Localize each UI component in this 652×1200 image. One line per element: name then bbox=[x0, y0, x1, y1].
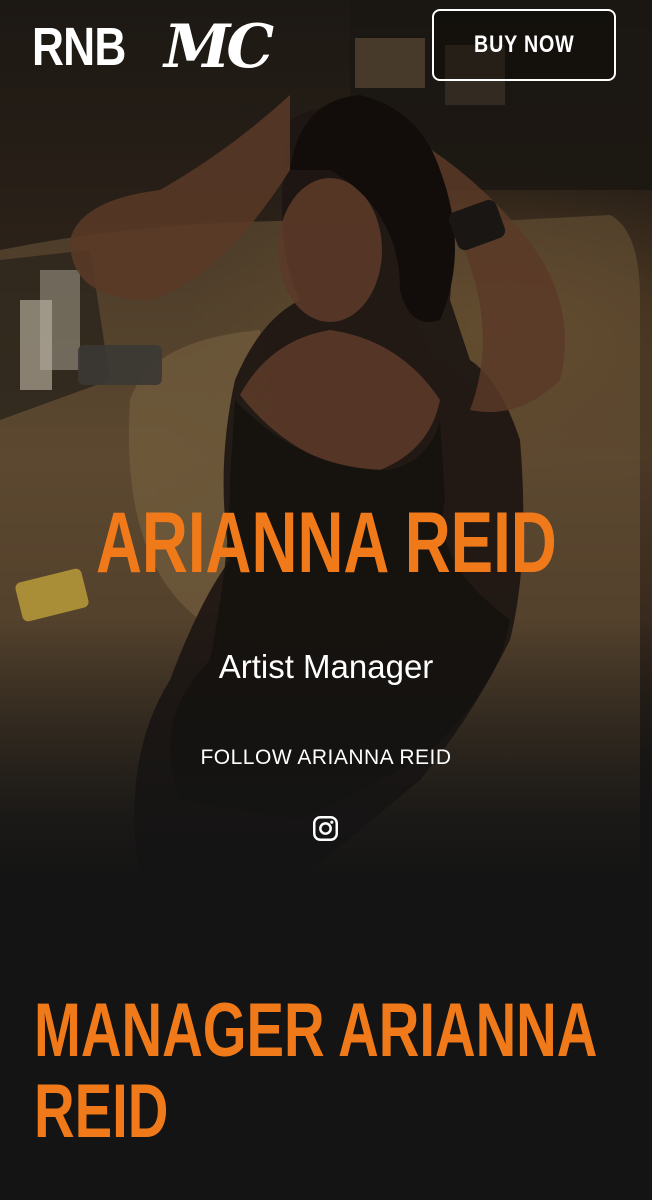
buy-now-button[interactable]: BUY NOW bbox=[432, 9, 616, 81]
follow-label: FOLLOW ARIANNA REID bbox=[200, 746, 452, 769]
logo-wordmark-mc: MC bbox=[164, 12, 274, 82]
section-heading-line1: MANAGER ARIANNA bbox=[34, 988, 598, 1073]
site-logo[interactable]: RNB MC bbox=[32, 12, 274, 82]
logo-wordmark-rnb: RNB bbox=[32, 17, 126, 77]
artist-role: Artist Manager bbox=[218, 648, 434, 685]
buy-now-label: BUY NOW bbox=[473, 31, 575, 58]
section-heading-line2: REID bbox=[34, 1069, 169, 1154]
section-heading: MANAGER ARIANNA REID bbox=[34, 990, 624, 1152]
instagram-icon[interactable] bbox=[312, 815, 339, 842]
artist-name-heading: ARIANNA REID bbox=[0, 500, 652, 586]
artist-name-text: ARIANNA REID bbox=[95, 495, 557, 591]
